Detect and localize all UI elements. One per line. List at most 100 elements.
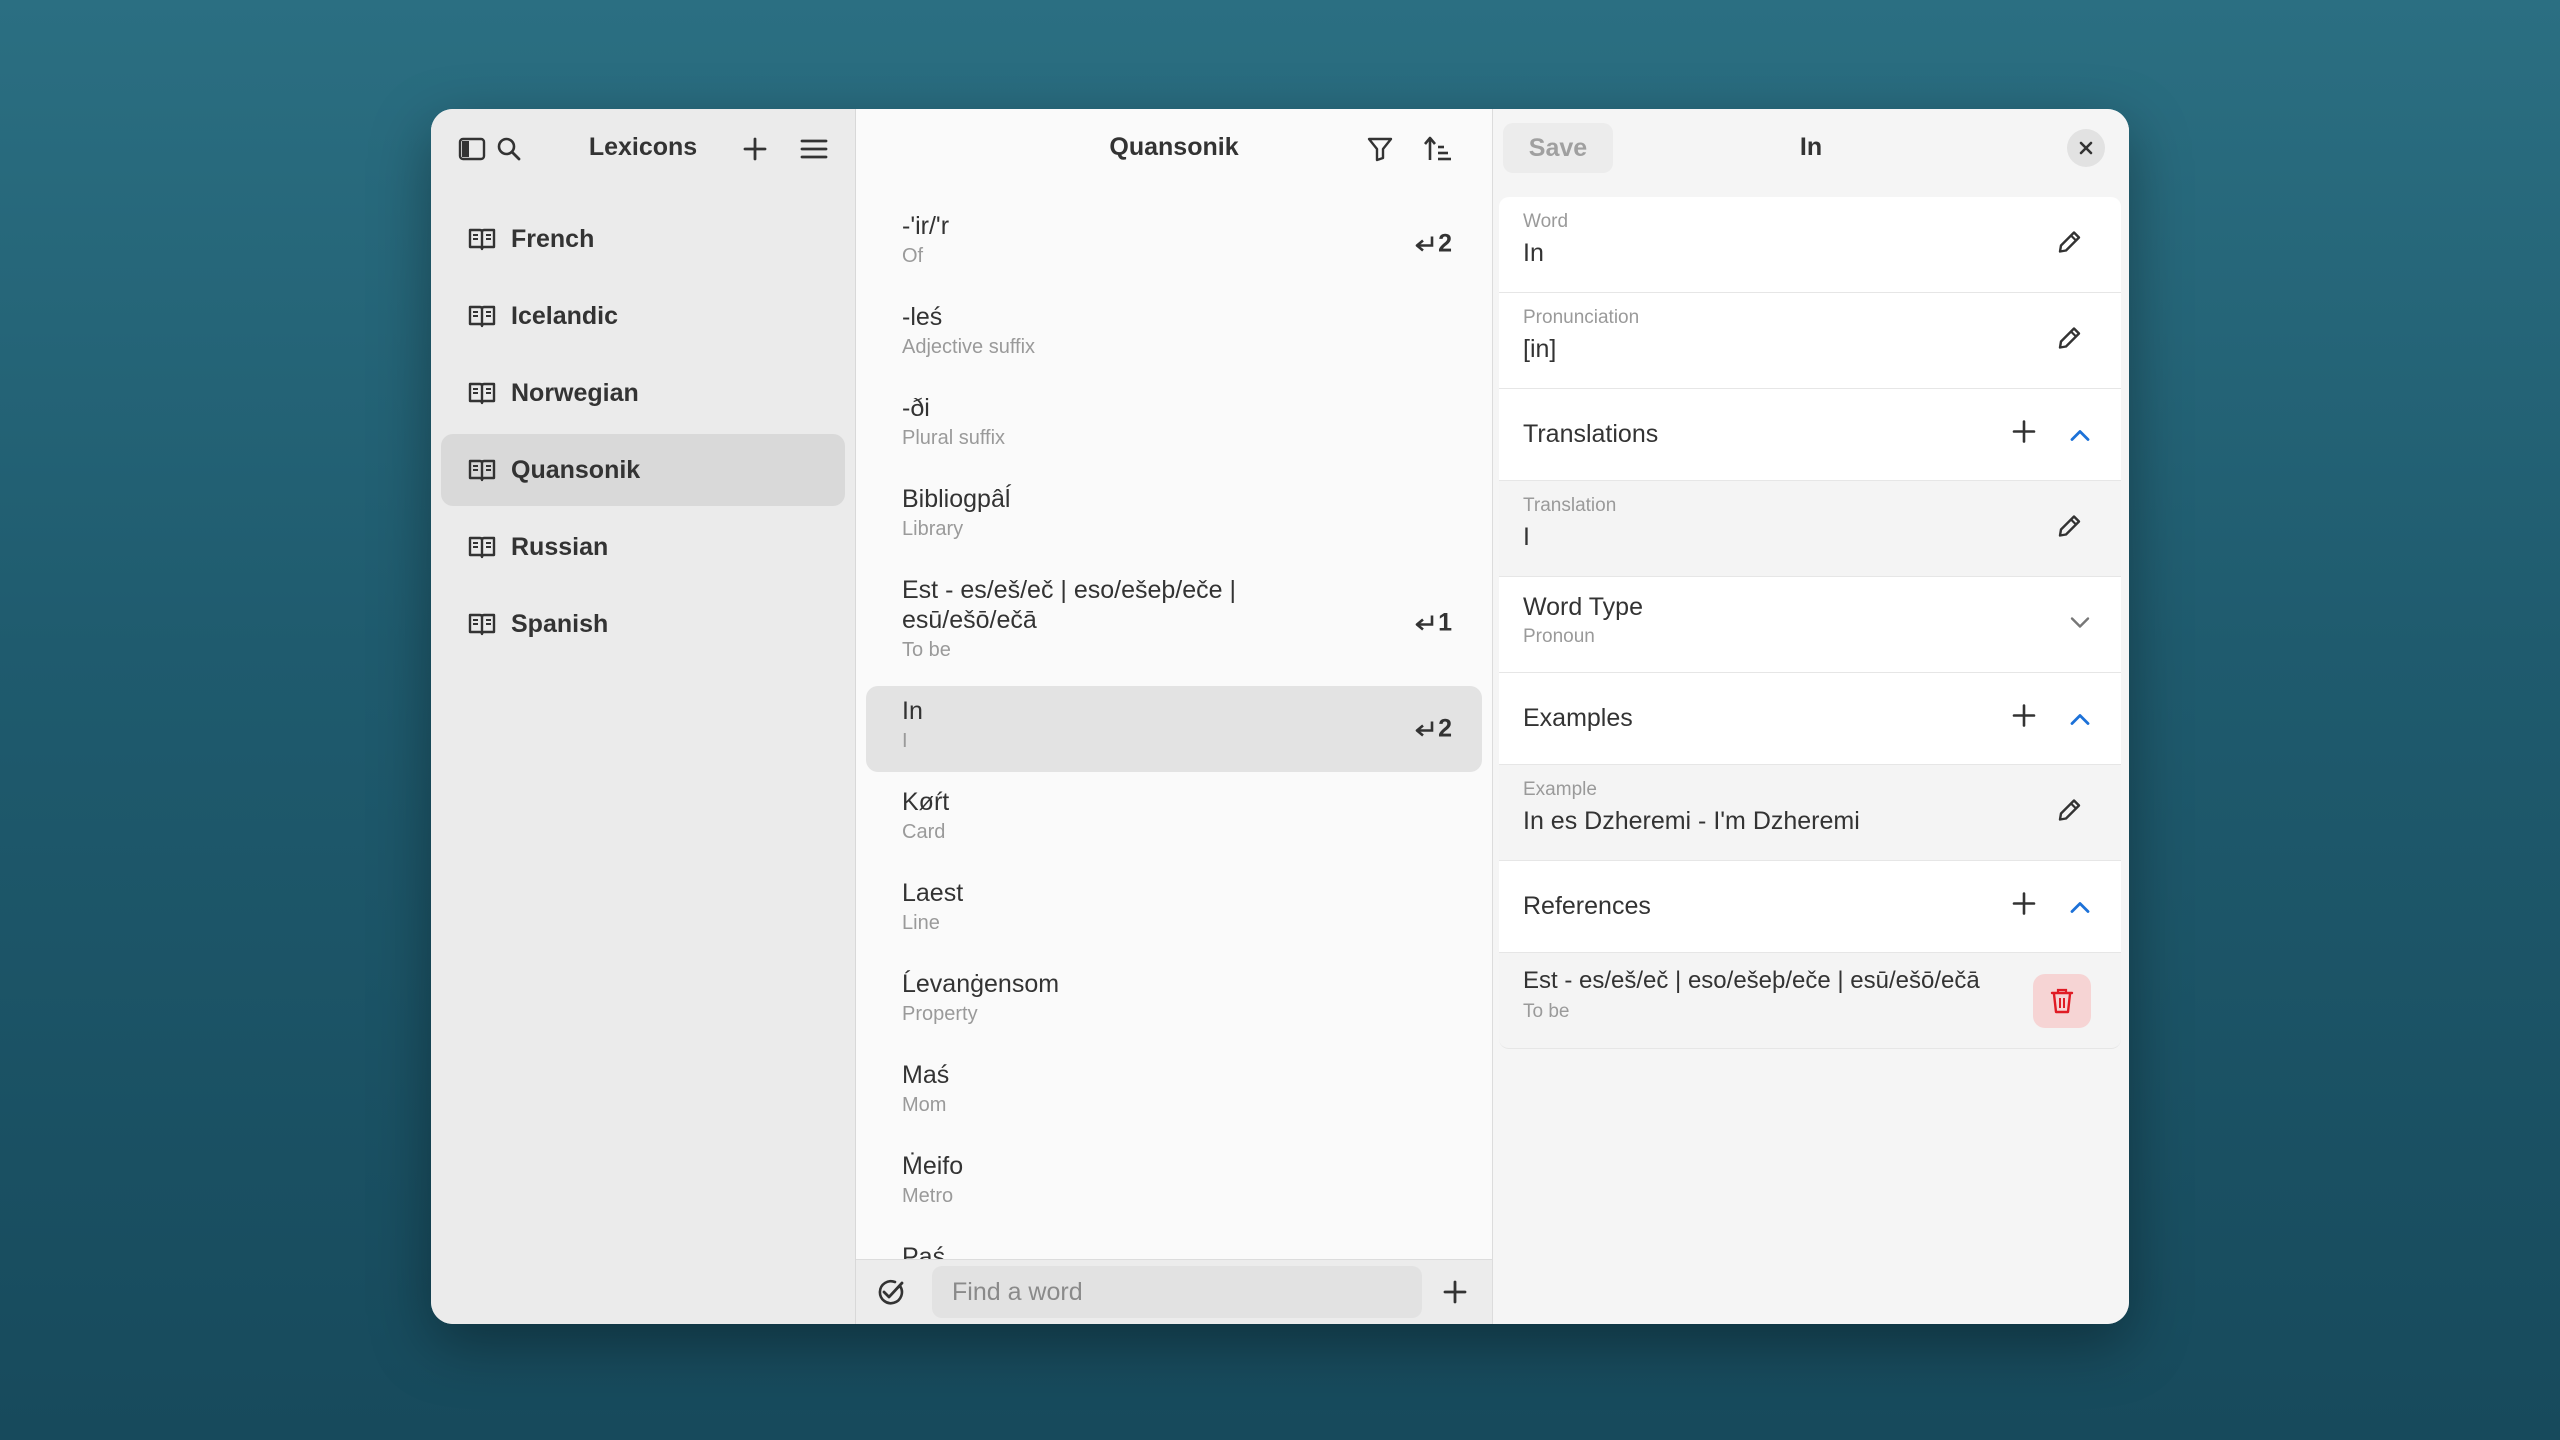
filter-icon[interactable] [1360,129,1400,169]
reference-arrow-icon [1415,721,1434,736]
word-text: Bibliogpâĺ [902,485,1011,513]
trash-icon [2050,988,2074,1013]
reference-count: 2 [1412,715,1452,744]
reference-count-value: 1 [1438,608,1452,637]
list-item[interactable]: Køŕt Card [866,777,1482,863]
field-label: Pronunciation [1523,307,1640,328]
word-field: Word In [1499,197,2121,293]
translations-section[interactable]: Translations [1499,389,2121,481]
word-translation: Of [902,245,924,267]
sidebar-item-label: French [511,224,595,253]
word-text: Est - es/eš/eč | eso/ešeþ/eče | esū/ešō/… [902,576,1236,634]
edit-example-icon[interactable] [2055,796,2083,829]
edit-pronunciation-icon[interactable] [2055,324,2083,357]
add-example-icon[interactable] [2011,702,2037,735]
reference-item[interactable]: Est - es/eš/eč | eso/ešeþ/eče | esū/ešō/… [1499,953,2121,1049]
list-item[interactable]: -leś Adjective suffix [866,292,1482,378]
sidebar-item-norwegian[interactable]: Norwegian [441,357,845,429]
word-translation: Line [902,912,940,934]
lexicon-sidebar: Lexicons French Icelandic Norwegian Quan… [431,109,856,1324]
app-window: Lexicons French Icelandic Norwegian Quan… [431,109,2129,1324]
chevron-up-icon[interactable] [2069,892,2091,921]
add-word-icon[interactable] [1435,1272,1475,1312]
word-text: Ĺevanġensom [902,970,1060,998]
book-icon [467,303,497,329]
field-value: I [1523,523,1530,551]
list-item[interactable]: -ði Plural suffix [866,383,1482,469]
search-icon[interactable] [489,129,529,169]
word-translation: Property [902,1003,978,1025]
word-text: Laest [902,879,964,907]
delete-reference-button[interactable] [2033,973,2091,1028]
book-icon [467,380,497,406]
word-type-label: Word Type [1523,593,1643,621]
list-item[interactable]: Bibliogpâĺ Library [866,474,1482,560]
list-item[interactable]: Ṁeifo Metro [866,1141,1482,1227]
sidebar-item-icelandic[interactable]: Icelandic [441,280,845,352]
sidebar-header: Lexicons [431,109,855,185]
edit-translation-icon[interactable] [2055,512,2083,545]
reference-count: 1 [1412,609,1452,638]
word-translation: Card [902,821,946,843]
detail-fields: Word In Pronunciation [in] Translations [1499,197,2121,1049]
sidebar-item-quansonik[interactable]: Quansonik [441,434,845,506]
field-label: Example [1523,779,1597,800]
lexicon-list: French Icelandic Norwegian Quansonik Rus… [441,203,845,665]
word-text: Maś [902,1061,950,1089]
word-translation: Library [902,518,964,540]
word-text: Køŕt [902,788,950,816]
word-text: -ði [902,394,930,422]
list-item[interactable]: Ĺevanġensom Property [866,959,1482,1045]
book-icon [467,611,497,637]
field-value: In es Dzheremi - I'm Dzheremi [1523,807,1860,835]
chevron-up-icon[interactable] [2069,704,2091,733]
book-icon [467,457,497,483]
translation-field: Translation I [1499,481,2121,577]
sidebar-item-label: Russian [511,532,609,561]
sidebar-item-label: Spanish [511,609,609,638]
word-text: Paś [902,1243,946,1260]
example-field: Example In es Dzheremi - I'm Dzheremi [1499,765,2121,861]
examples-section[interactable]: Examples [1499,673,2121,765]
word-type-dropdown[interactable]: Word Type Pronoun [1499,577,2121,673]
list-item[interactable]: In I 2 [866,686,1482,772]
sort-icon[interactable] [1418,129,1458,169]
edit-word-icon[interactable] [2055,228,2083,261]
close-icon[interactable] [2067,129,2105,167]
reference-arrow-icon [1415,615,1434,630]
main-menu-icon[interactable] [794,129,834,169]
list-item[interactable]: Est - es/eš/eč | eso/ešeþ/eče | esū/ešō/… [866,565,1482,681]
field-value: [in] [1523,335,1557,363]
word-text: -leś [902,303,943,331]
chevron-down-icon[interactable] [2069,615,2091,634]
word-translation: To be [902,639,951,661]
pronunciation-field: Pronunciation [in] [1499,293,2121,389]
word-list-footer: Find a word [856,1259,1492,1324]
chevron-up-icon[interactable] [2069,420,2091,449]
add-translation-icon[interactable] [2011,418,2037,451]
word-text: Ṁeifo [902,1152,964,1180]
sidebar-item-russian[interactable]: Russian [441,511,845,583]
sidebar-toggle-icon[interactable] [452,129,492,169]
section-label: Translations [1523,420,1659,448]
list-item[interactable]: -'ir/'r Of 2 [866,201,1482,287]
word-detail-pane: Save In Word In Pronunciation [in] Trans… [1493,109,2129,1324]
reference-count: 2 [1412,230,1452,259]
list-item[interactable]: Maś Mom [866,1050,1482,1136]
word-text: -'ir/'r [902,212,950,240]
list-item[interactable]: Paś [866,1232,1482,1260]
word-type-value: Pronoun [1523,626,1595,647]
selection-mode-icon[interactable] [870,1272,910,1312]
references-section[interactable]: References [1499,861,2121,953]
sidebar-item-label: Norwegian [511,378,639,407]
list-item[interactable]: Laest Line [866,868,1482,954]
book-icon [467,226,497,252]
add-lexicon-icon[interactable] [735,129,775,169]
word-list-pane: Quansonik -'ir/'r Of 2 -leś Adjective su… [856,109,1493,1324]
sidebar-item-spanish[interactable]: Spanish [441,588,845,660]
word-list-header: Quansonik [856,109,1492,185]
add-reference-icon[interactable] [2011,890,2037,923]
word-search-input[interactable]: Find a word [932,1266,1422,1318]
sidebar-item-french[interactable]: French [441,203,845,275]
section-label: References [1523,892,1651,920]
